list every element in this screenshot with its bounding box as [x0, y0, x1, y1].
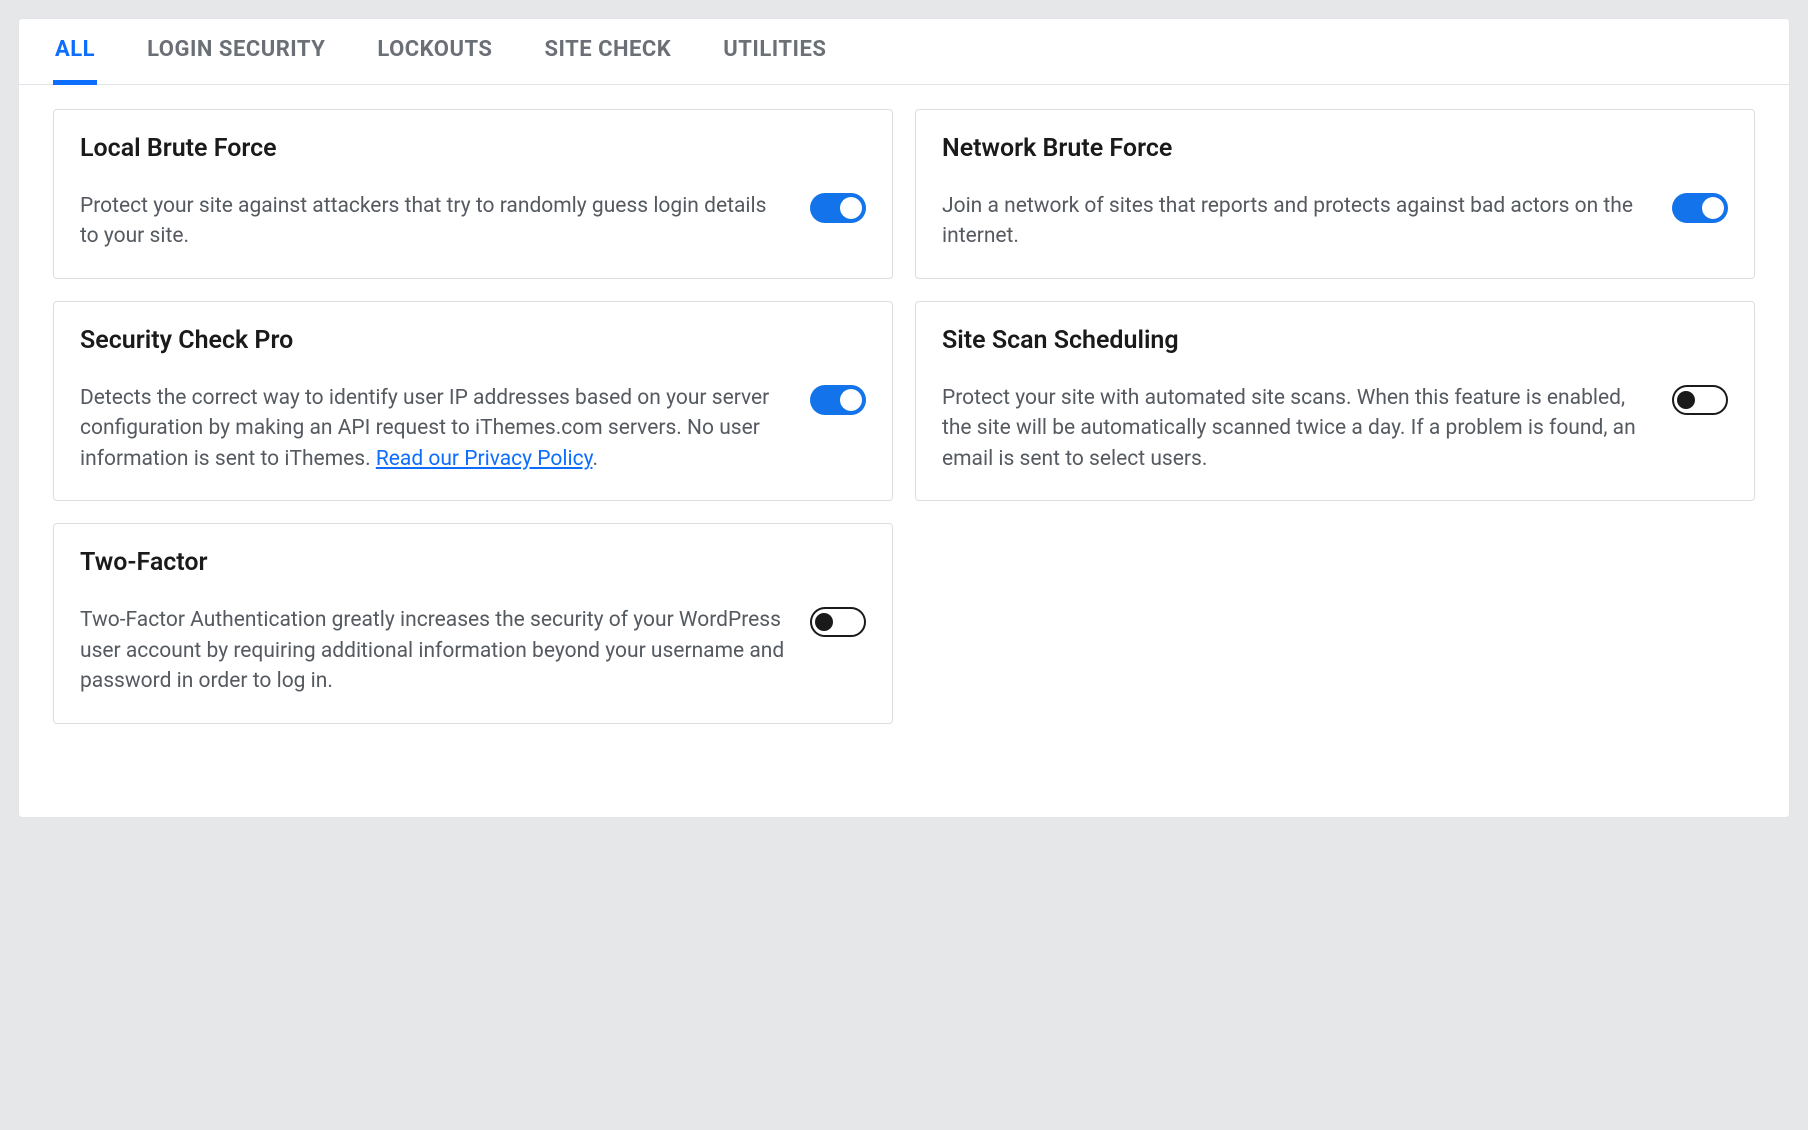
card-site-scan-scheduling: Site Scan Scheduling Protect your site w…: [915, 301, 1755, 501]
privacy-policy-link[interactable]: Read our Privacy Policy: [376, 447, 593, 471]
card-network-brute-force: Network Brute Force Join a network of si…: [915, 109, 1755, 279]
card-body: Two-Factor Authentication greatly increa…: [80, 605, 866, 696]
card-body: Protect your site against attackers that…: [80, 191, 866, 252]
tab-utilities[interactable]: UTILITIES: [721, 37, 828, 84]
card-two-factor: Two-Factor Two-Factor Authentication gre…: [53, 523, 893, 723]
toggle-knob: [840, 389, 862, 411]
toggle-security-check-pro[interactable]: [810, 385, 866, 415]
tab-all[interactable]: ALL: [53, 37, 97, 85]
desc-suffix: .: [592, 447, 598, 471]
card-description: Two-Factor Authentication greatly increa…: [80, 605, 790, 696]
toggle-knob: [1702, 197, 1724, 219]
card-description: Detects the correct way to identify user…: [80, 383, 790, 474]
toggle-knob: [1677, 391, 1695, 409]
tabs-bar: ALL LOGIN SECURITY LOCKOUTS SITE CHECK U…: [19, 19, 1789, 85]
card-title: Security Check Pro: [80, 326, 866, 355]
toggle-knob: [815, 613, 833, 631]
card-body: Join a network of sites that reports and…: [942, 191, 1728, 252]
card-title: Local Brute Force: [80, 134, 866, 163]
card-local-brute-force: Local Brute Force Protect your site agai…: [53, 109, 893, 279]
card-title: Site Scan Scheduling: [942, 326, 1728, 355]
card-body: Protect your site with automated site sc…: [942, 383, 1728, 474]
toggle-site-scan-scheduling[interactable]: [1672, 385, 1728, 415]
toggle-knob: [840, 197, 862, 219]
toggle-local-brute-force[interactable]: [810, 193, 866, 223]
tab-login-security[interactable]: LOGIN SECURITY: [145, 37, 327, 84]
card-title: Network Brute Force: [942, 134, 1728, 163]
card-description: Protect your site with automated site sc…: [942, 383, 1652, 474]
card-title: Two-Factor: [80, 548, 866, 577]
card-description: Join a network of sites that reports and…: [942, 191, 1652, 252]
card-body: Detects the correct way to identify user…: [80, 383, 866, 474]
settings-panel: ALL LOGIN SECURITY LOCKOUTS SITE CHECK U…: [18, 18, 1790, 818]
tab-site-check[interactable]: SITE CHECK: [542, 37, 673, 84]
settings-grid: Local Brute Force Protect your site agai…: [19, 85, 1789, 724]
card-description: Protect your site against attackers that…: [80, 191, 790, 252]
card-security-check-pro: Security Check Pro Detects the correct w…: [53, 301, 893, 501]
tab-lockouts[interactable]: LOCKOUTS: [375, 37, 494, 84]
toggle-two-factor[interactable]: [810, 607, 866, 637]
toggle-network-brute-force[interactable]: [1672, 193, 1728, 223]
